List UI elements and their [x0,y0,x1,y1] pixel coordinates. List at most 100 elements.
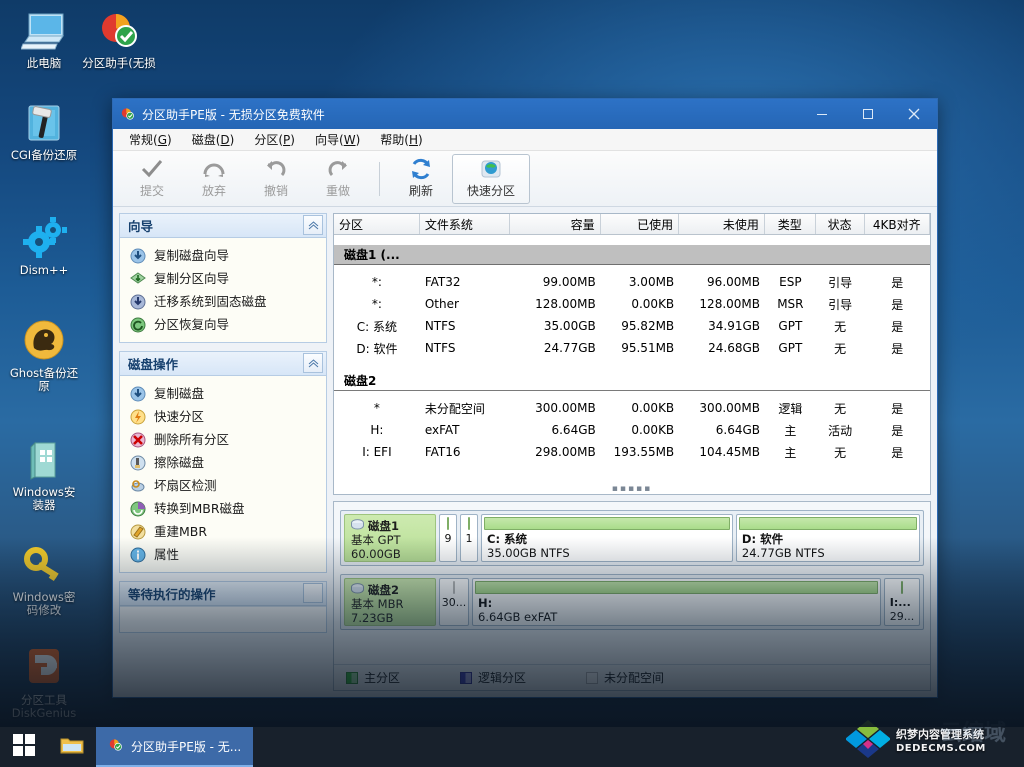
cell-aligned: 是 [891,401,904,416]
sidebar-item-copy-disk-wizard[interactable]: 复制磁盘向导 [120,244,326,267]
chevron-up-icon[interactable] [303,353,323,373]
desktop-icon-windows-password[interactable]: Windows密 码修改 [2,542,86,617]
sidebar-item-quick-partition[interactable]: 快速分区 [120,405,326,428]
sidebar-item-label: 迁移系统到固态磁盘 [154,294,267,309]
sidebar-item-migrate-os[interactable]: 迁移系统到固态磁盘 [120,290,326,313]
cell-unused: 6.64GB [715,423,760,437]
close-button[interactable] [891,99,937,129]
disk-size: 60.00GB [351,547,401,561]
sidebar-item-wipe-disk[interactable]: 擦除磁盘 [120,451,326,474]
toolbar-redo-button[interactable]: 重做 [307,154,369,204]
toolbar-undo-button[interactable]: 撤销 [245,154,307,204]
key-icon [2,542,86,588]
legend-swatch-primary [346,671,358,684]
legend-swatch-logical [460,671,473,684]
sidebar-item-copy-partition-wizard[interactable]: 复制分区向导 [120,267,326,290]
toolbar-refresh-button[interactable]: 刷新 [390,154,452,204]
toolbar-quick-partition-button[interactable]: 快速分区 [452,153,530,204]
sidebar-item-convert-to-mbr[interactable]: 转换到MBR磁盘 [120,497,326,520]
chevron-up-icon[interactable] [303,215,323,235]
desktop-icon-partition-assistant[interactable]: 分区助手(无损 [77,8,161,70]
info-icon [130,547,146,563]
chevron-up-icon[interactable] [303,583,323,603]
app-icon [108,737,124,756]
partition-block-esp[interactable]: 9 [439,514,457,562]
splitter-handle[interactable]: ▪▪▪▪▪ [334,484,930,494]
table-row[interactable]: I: EFI FAT16 298.00MB 193.55MB 104.45MB … [334,441,930,463]
file-explorer-button[interactable] [48,727,96,767]
partition-block-c[interactable]: C: 系统 35.00GB NTFS [481,514,733,562]
discard-icon [201,158,227,180]
sidebar-item-bad-sector-check[interactable]: 坏扇区检测 [120,474,326,497]
disk-map-row-2[interactable]: 磁盘2 基本 MBR 7.23GB 30... H: 6.64GB exFAT … [340,574,924,630]
partition-block-msr[interactable]: 1 [460,514,478,562]
desktop-icon-label: Windows密 码修改 [12,590,76,617]
toolbar-discard-button[interactable]: 放弃 [183,154,245,204]
sidebar-item-recover-partition-wizard[interactable]: 分区恢复向导 [120,313,326,336]
desktop-icon-label: CGI备份还原 [10,148,78,162]
cell-unused: 300.00MB [699,401,760,415]
column-header-unused[interactable]: 未使用 [679,214,765,234]
watermark: 云绾域 织梦内容管理系统 DEDECMS.COM [845,717,1016,765]
column-header-used[interactable]: 已使用 [601,214,680,234]
menu-help[interactable]: 帮助(H) [372,129,430,150]
desktop-icon-windows-installer[interactable]: Windows安 装器 [2,437,86,512]
panel-pending-operations-header[interactable]: 等待执行的操作 [120,582,326,606]
taskbar-item-partition-assistant[interactable]: 分区助手PE版 - 无... [96,727,254,767]
menu-partition[interactable]: 分区(P) [246,129,303,150]
cell-type: MSR [777,297,804,311]
panel-disk-operations-header[interactable]: 磁盘操作 [120,352,326,376]
window-body: 向导 复制磁盘向导 复制分区向导 迁移系统到固态磁盘 分区恢复向导 磁盘操作 复… [113,207,937,697]
copy-disk-icon [130,386,146,402]
window-titlebar[interactable]: 分区助手PE版 - 无损分区免费软件 [113,99,937,129]
partition-block-h[interactable]: H: 6.64GB exFAT [472,578,881,626]
cell-aligned: 是 [891,319,904,334]
table-row[interactable]: *: Other 128.00MB 0.00KB 128.00MB MSR 引导… [334,293,930,315]
partition-block-unallocated[interactable]: 30... [439,578,469,626]
partition-size: 30... [441,596,467,609]
toolbar-label: 重做 [325,184,350,198]
column-header-type[interactable]: 类型 [765,214,816,234]
sidebar-item-copy-disk[interactable]: 复制磁盘 [120,382,326,405]
sidebar-item-properties[interactable]: 属性 [120,543,326,566]
minimize-button[interactable] [799,99,845,129]
desktop-icon-cgi-backup[interactable]: CGI备份还原 [2,100,86,162]
start-button[interactable] [0,727,48,767]
menu-general[interactable]: 常规(G) [121,129,180,150]
column-header-partition[interactable]: 分区 [334,214,420,234]
cell-aligned: 是 [891,275,904,290]
column-header-filesystem[interactable]: 文件系统 [420,214,511,234]
desktop-icon-dism-plus[interactable]: Dism++ [2,215,86,277]
menu-wizard[interactable]: 向导(W) [307,129,368,150]
disk-group-header-1[interactable]: 磁盘1 (... [334,245,930,265]
partition-block-i[interactable]: I:... 29... [884,578,920,626]
desktop-icon-diskgenius[interactable]: 分区工具 DiskGenius [2,645,86,720]
menu-bar: 常规(G) 磁盘(D) 分区(P) 向导(W) 帮助(H) [113,129,937,151]
table-row[interactable]: C: 系统 NTFS 35.00GB 95.82MB 34.91GB GPT 无… [334,315,930,337]
disk-group-header-2[interactable]: 磁盘2 [334,371,930,391]
column-header-alignment[interactable]: 4KB对齐 [865,214,931,234]
table-row[interactable]: * 未分配空间 300.00MB 0.00KB 300.00MB 逻辑 无 是 [334,397,930,419]
cell-aligned: 是 [891,423,904,438]
partition-block-d[interactable]: D: 软件 24.77GB NTFS [735,514,920,562]
table-row[interactable]: D: 软件 NTFS 24.77GB 95.51MB 24.68GB GPT 无… [334,337,930,359]
delete-icon [130,432,146,448]
legend-label: 未分配空间 [604,671,665,685]
toolbar-commit-button[interactable]: 提交 [121,154,183,204]
table-row[interactable]: H: exFAT 6.64GB 0.00KB 6.64GB 主 活动 是 [334,419,930,441]
table-row[interactable]: *: FAT32 99.00MB 3.00MB 96.00MB ESP 引导 是 [334,271,930,293]
sidebar-item-delete-all-partitions[interactable]: 删除所有分区 [120,428,326,451]
cell-unused: 24.68GB [708,341,760,355]
maximize-button[interactable] [845,99,891,129]
disk-map-row-1[interactable]: 磁盘1 基本 GPT 60.00GB 9 1 C: 系统 35.00GB NTF… [340,510,924,566]
desktop-icon-this-pc[interactable]: 此电脑 [2,8,86,70]
partition-name: C: 系统 [487,532,528,546]
desktop-icon-ghost-backup[interactable]: Ghost备份还原 [2,318,86,393]
column-header-capacity[interactable]: 容量 [510,214,601,234]
menu-disk[interactable]: 磁盘(D) [184,129,243,150]
sidebar-item-rebuild-mbr[interactable]: 重建MBR [120,520,326,543]
toolbar-label: 放弃 [201,184,226,198]
column-header-status[interactable]: 状态 [816,214,865,234]
watermark-logo-icon [845,717,891,765]
panel-wizard-header[interactable]: 向导 [120,214,326,238]
